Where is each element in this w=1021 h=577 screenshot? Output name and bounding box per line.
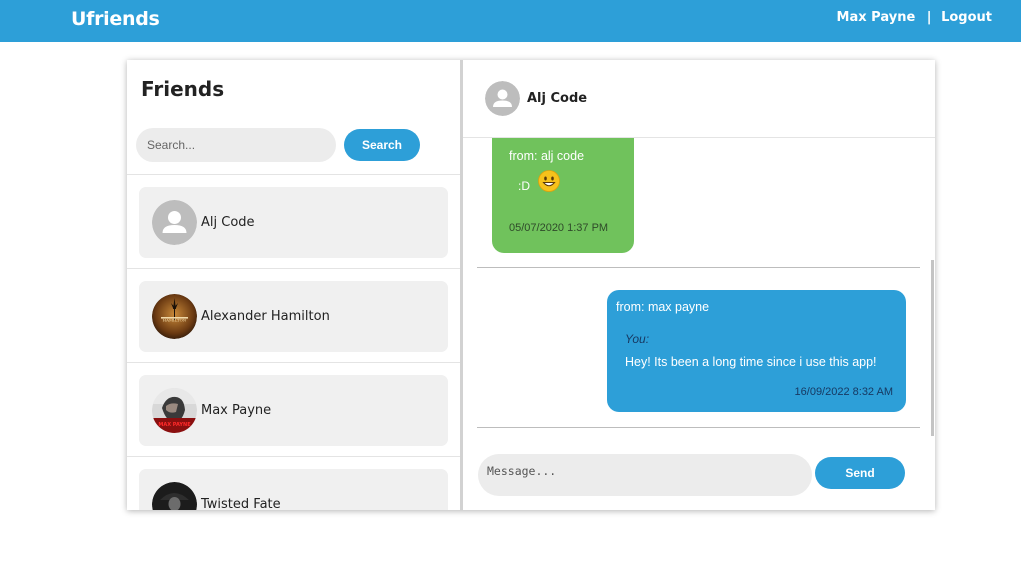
message-timestamp: 16/09/2022 8:32 AM: [794, 386, 893, 398]
messenger-card: Friends Search Alj Code: [127, 60, 935, 510]
friend-search-input[interactable]: [136, 128, 336, 162]
default-user-avatar-icon: [152, 200, 197, 245]
friends-panel: Friends Search Alj Code: [127, 60, 463, 510]
contact-name: Alj Code: [527, 91, 588, 106]
message-text-content: :D: [518, 179, 530, 193]
chat-panel: Alj Code from: alj code :D 05/07/2020 1:…: [463, 60, 935, 510]
max-payne-avatar-icon: MAX PAYNE: [152, 388, 197, 433]
incoming-message-bubble: from: alj code :D 05/07/2020 1:37 PM: [492, 138, 634, 253]
top-navbar: Ufriends Max Payne | Logout: [0, 0, 1021, 42]
message-composer: Send: [463, 436, 935, 510]
message-sender: from: max payne: [616, 300, 710, 314]
message-text: Hey! Its been a long time since i use th…: [625, 355, 877, 369]
svg-text:MAX PAYNE: MAX PAYNE: [158, 422, 191, 428]
friend-slot: HAMILTON Alexander Hamilton: [127, 269, 460, 363]
friends-heading: Friends: [141, 77, 225, 101]
svg-text:HAMILTON: HAMILTON: [163, 318, 187, 323]
message-timestamp: 05/07/2020 1:37 PM: [509, 222, 609, 234]
message-divider: [477, 427, 920, 428]
thread-scrollbar[interactable]: [931, 260, 934, 440]
user-nav: Max Payne | Logout: [837, 10, 992, 25]
friend-slot: Alj Code: [127, 175, 460, 269]
outgoing-message-bubble: from: max payne You: Hey! Its been a lon…: [607, 290, 906, 412]
smiley-emoji-icon: [538, 170, 560, 192]
friends-list[interactable]: Alj Code HAMILTON Alexander Hamilton MAX…: [127, 174, 460, 510]
chat-header: Alj Code: [463, 60, 935, 138]
you-label: You:: [625, 332, 650, 346]
logout-link[interactable]: Logout: [941, 10, 992, 25]
twisted-fate-avatar-icon: [152, 482, 197, 510]
message-sender: from: alj code: [509, 149, 585, 163]
nav-separator: |: [926, 10, 932, 25]
message-thread[interactable]: from: alj code :D 05/07/2020 1:37 PM fro…: [463, 138, 935, 436]
friend-item-twisted-fate[interactable]: Twisted Fate: [139, 469, 448, 510]
friend-name: Alexander Hamilton: [201, 309, 330, 324]
friend-slot: MAX PAYNE Max Payne: [127, 363, 460, 457]
friend-name: Alj Code: [201, 215, 255, 230]
friend-item-alexander-hamilton[interactable]: HAMILTON Alexander Hamilton: [139, 281, 448, 352]
friend-slot: Twisted Fate: [127, 457, 460, 510]
message-divider: [477, 267, 920, 268]
friend-name: Max Payne: [201, 403, 272, 418]
hamilton-avatar-icon: HAMILTON: [152, 294, 197, 339]
current-user-link[interactable]: Max Payne: [837, 10, 916, 25]
friend-item-max-payne[interactable]: MAX PAYNE Max Payne: [139, 375, 448, 446]
friend-name: Twisted Fate: [201, 497, 281, 510]
friend-item-alj-code[interactable]: Alj Code: [139, 187, 448, 258]
contact-avatar-icon: [485, 81, 520, 116]
app-brand[interactable]: Ufriends: [71, 8, 160, 30]
message-text: :D: [518, 170, 560, 193]
message-input[interactable]: [478, 454, 812, 496]
search-button[interactable]: Search: [344, 129, 420, 161]
send-button[interactable]: Send: [815, 457, 905, 489]
